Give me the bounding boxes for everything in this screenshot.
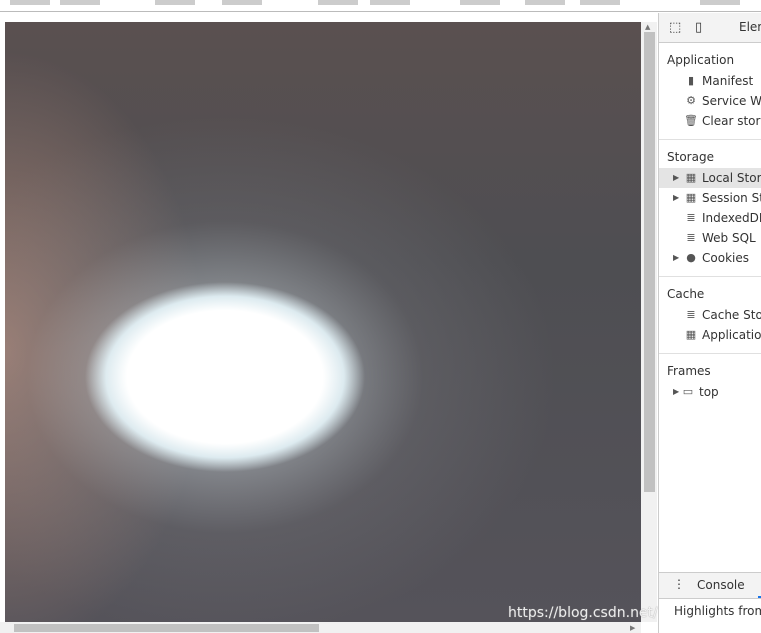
scroll-right-icon[interactable]: ▶ bbox=[630, 624, 635, 632]
application-section: Application ▮ Manifest ⚙ Service Wo 🗑 Clear… bbox=[659, 43, 761, 140]
sidebar-item-clear-storage[interactable]: 🗑 Clear storag bbox=[659, 111, 761, 131]
devtools-toolbar: ⬚ ▯ Elem bbox=[659, 13, 761, 43]
sidebar-item-indexeddb[interactable]: ≣ IndexedDB bbox=[659, 208, 761, 228]
item-label: Application bbox=[702, 328, 761, 342]
frame-icon: ▭ bbox=[682, 385, 694, 398]
sidebar-item-top-frame[interactable]: ▶ ▭ top bbox=[659, 382, 761, 402]
bookmark[interactable] bbox=[370, 0, 410, 5]
bookmark[interactable] bbox=[460, 0, 500, 5]
highlights-text: Highlights from bbox=[674, 604, 761, 618]
scrollbar-thumb[interactable] bbox=[644, 32, 655, 492]
camera-video bbox=[5, 22, 641, 622]
database-icon: ≣ bbox=[686, 308, 696, 321]
section-title: Application bbox=[667, 53, 735, 67]
section-title: Storage bbox=[667, 150, 714, 164]
sidebar-item-local-storage[interactable]: ▶ ▦ Local Stora bbox=[659, 168, 761, 188]
item-label: Clear storag bbox=[702, 114, 761, 128]
bookmark[interactable] bbox=[525, 0, 565, 5]
cookie-icon: ● bbox=[686, 251, 696, 264]
sidebar-item-cache-storage[interactable]: ≣ Cache Stora bbox=[659, 305, 761, 325]
devtools-panel: ⬚ ▯ Elem Application ▮ Manifest ⚙ Service … bbox=[658, 13, 761, 633]
bookmark[interactable] bbox=[60, 0, 100, 5]
file-icon: ▮ bbox=[687, 74, 695, 87]
item-label: Cookies bbox=[702, 251, 749, 265]
database-icon: ≣ bbox=[686, 211, 696, 224]
sidebar-item-application-cache[interactable]: ▦ Application bbox=[659, 325, 761, 345]
drawer-content: Highlights from bbox=[659, 598, 761, 624]
drawer-tabs: ⋮ Console bbox=[659, 572, 761, 598]
expand-icon[interactable]: ▶ bbox=[673, 168, 679, 188]
item-label: Cache Stora bbox=[702, 308, 761, 322]
item-label: top bbox=[699, 385, 719, 399]
sidebar-item-service-workers[interactable]: ⚙ Service Wo bbox=[659, 91, 761, 111]
trash-icon: 🗑 bbox=[684, 114, 698, 127]
frames-section: Frames ▶ ▭ top bbox=[659, 354, 761, 410]
expand-icon[interactable]: ▶ bbox=[673, 382, 679, 402]
bookmark[interactable] bbox=[10, 0, 50, 5]
device-toggle-icon[interactable]: ▯ bbox=[695, 20, 702, 35]
section-title: Frames bbox=[667, 364, 711, 378]
database-icon: ≣ bbox=[686, 231, 696, 244]
grid-icon: ▦ bbox=[685, 191, 697, 204]
item-label: Session Sto bbox=[702, 191, 761, 205]
item-label: Local Stora bbox=[702, 171, 761, 185]
vertical-scrollbar[interactable]: ▲ bbox=[641, 22, 657, 622]
bookmark[interactable] bbox=[700, 0, 740, 5]
cache-section: Cache ≣ Cache Stora ▦ Application bbox=[659, 277, 761, 354]
bookmark[interactable] bbox=[155, 0, 195, 5]
storage-section: Storage ▶ ▦ Local Stora ▶ ▦ Session Sto ≣ Ind… bbox=[659, 140, 761, 277]
grid-icon: ▦ bbox=[685, 171, 697, 184]
watermark: https://blog.csdn.net/qq_ bbox=[508, 605, 683, 621]
gear-icon: ⚙ bbox=[686, 94, 696, 107]
bookmarks-bar bbox=[0, 0, 761, 12]
horizontal-scrollbar[interactable]: ▶ bbox=[0, 622, 641, 633]
tab-elements[interactable]: Elem bbox=[739, 20, 761, 34]
sidebar-item-web-sql[interactable]: ≣ Web SQL bbox=[659, 228, 761, 248]
section-title: Cache bbox=[667, 287, 705, 301]
item-label: Service Wo bbox=[702, 94, 761, 108]
bookmark[interactable] bbox=[222, 0, 262, 5]
sidebar-item-manifest[interactable]: ▮ Manifest bbox=[659, 71, 761, 91]
sidebar-item-cookies[interactable]: ▶ ● Cookies bbox=[659, 248, 761, 268]
tab-console[interactable]: Console bbox=[697, 578, 745, 592]
item-label: IndexedDB bbox=[702, 211, 761, 225]
grid-icon: ▦ bbox=[685, 328, 697, 341]
more-menu-icon[interactable]: ⋮ bbox=[673, 577, 685, 591]
scrollbar-thumb[interactable] bbox=[14, 624, 319, 632]
inspect-icon[interactable]: ⬚ bbox=[669, 20, 681, 35]
expand-icon[interactable]: ▶ bbox=[673, 248, 679, 268]
sidebar-item-session-storage[interactable]: ▶ ▦ Session Sto bbox=[659, 188, 761, 208]
bookmark[interactable] bbox=[580, 0, 620, 5]
item-label: Web SQL bbox=[702, 231, 756, 245]
bookmark[interactable] bbox=[318, 0, 358, 5]
item-label: Manifest bbox=[702, 74, 754, 88]
scroll-up-icon[interactable]: ▲ bbox=[645, 23, 650, 31]
expand-icon[interactable]: ▶ bbox=[673, 188, 679, 208]
